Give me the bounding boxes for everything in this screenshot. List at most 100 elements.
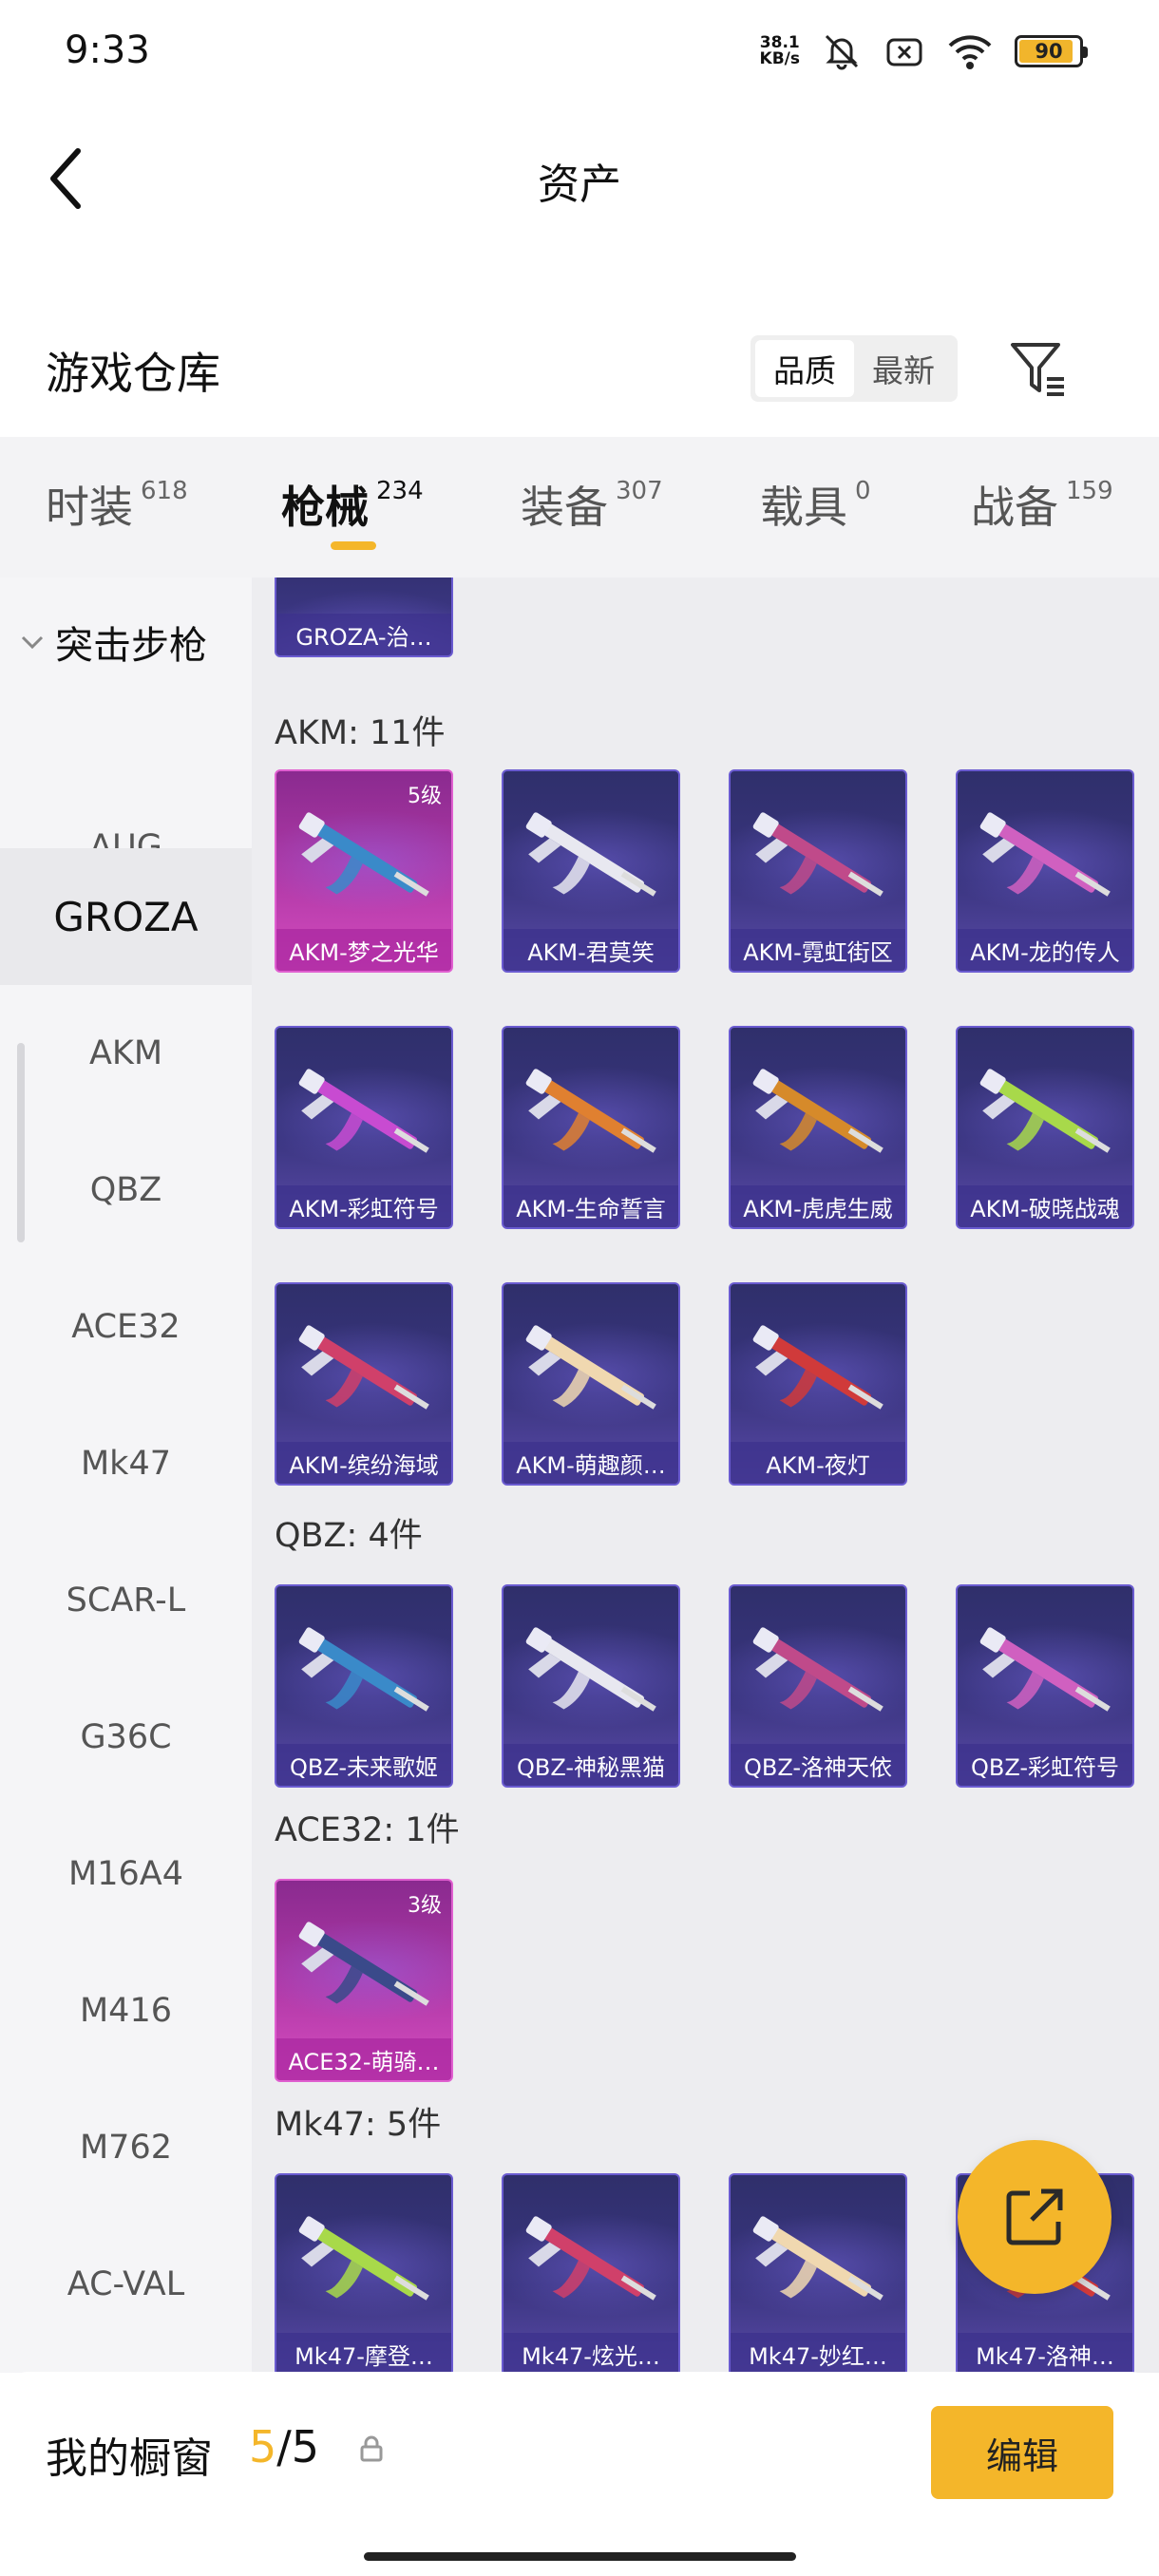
rifle-icon (752, 1325, 884, 1410)
sidebar-scrollbar[interactable] (17, 1043, 25, 1242)
sidebar-item-mk47[interactable]: Mk47 (0, 1395, 252, 1532)
weapon-name: AKM-夜灯 (731, 1442, 905, 1484)
weapon-card[interactable]: QBZ-未来歌姬 (275, 1584, 453, 1788)
filter-button[interactable] (1007, 337, 1070, 400)
showcase-bar: 我的橱窗 5/5 编辑 (0, 2372, 1159, 2576)
weapon-card[interactable]: 3级 ACE32-萌骑… (275, 1879, 453, 2082)
weapon-name: AKM-破晓战魂 (958, 1185, 1132, 1227)
mute-bell-icon (825, 34, 859, 70)
rifle-icon (525, 812, 656, 897)
sidebar-item-groza[interactable]: GROZA (0, 848, 252, 985)
weapon-card[interactable]: Mk47-炫光… (502, 2173, 680, 2373)
rifle-icon (979, 1627, 1111, 1712)
weapon-card[interactable]: GROZA-治… (275, 578, 453, 657)
tab-supplies[interactable]: 战备 159 (971, 473, 1113, 536)
weapon-grid: GROZA-治… AKM: 11件 5级 AKM-梦之光华 AKM-君莫笑 AK… (252, 578, 1159, 2373)
weapon-card[interactable]: AKM-破晓战魂 (956, 1026, 1134, 1229)
weapon-name: AKM-虎虎生威 (731, 1185, 905, 1227)
rifle-icon (525, 1627, 656, 1712)
weapon-card[interactable]: AKM-萌趣颜… (502, 1282, 680, 1486)
weapon-card[interactable]: AKM-龙的传人 (956, 769, 1134, 973)
rifle-icon (298, 2216, 429, 2301)
category-tabs: 时装 618 枪械 234 装备 307 载具 0 战备 159 (0, 437, 1159, 578)
weapon-name: Mk47-妙红… (731, 2333, 905, 2373)
weapon-card[interactable]: AKM-彩虹符号 (275, 1026, 453, 1229)
warehouse-title: 游戏仓库 (46, 348, 220, 399)
sidebar-item-m762[interactable]: M762 (0, 2079, 252, 2216)
showcase-label: 我的橱窗 (46, 2434, 213, 2483)
weapon-name: AKM-萌趣颜… (504, 1442, 678, 1484)
weapon-sidebar: 突击步枪 AUG GROZA AKM QBZ ACE32 Mk47 SCAR-L… (0, 578, 252, 2373)
chevron-down-icon (21, 635, 44, 649)
section-title-ace32: ACE32: 1件 (275, 1811, 460, 1849)
weapon-name: Mk47-炫光… (504, 2333, 678, 2373)
rifle-icon (298, 812, 429, 897)
share-button[interactable] (958, 2140, 1112, 2294)
sidebar-item-ac-val[interactable]: AC-VAL (0, 2216, 252, 2353)
weapon-name: AKM-缤纷海域 (276, 1442, 451, 1484)
external-link-icon (1006, 2188, 1063, 2245)
weapon-card[interactable]: AKM-夜灯 (729, 1282, 907, 1486)
weapon-name: QBZ-未来歌姬 (276, 1744, 451, 1786)
weapon-name: AKM-彩虹符号 (276, 1185, 451, 1227)
rifle-icon (752, 812, 884, 897)
battery-indicator: 90 (1015, 35, 1088, 67)
weapon-name: Mk47-洛神… (958, 2333, 1132, 2373)
tab-guns[interactable]: 枪械 234 (281, 473, 424, 536)
home-indicator[interactable] (364, 2552, 796, 2561)
weapon-card[interactable]: AKM-虎虎生威 (729, 1026, 907, 1229)
weapon-name: AKM-君莫笑 (504, 929, 678, 971)
sidebar-item-qbz[interactable]: QBZ (0, 1122, 252, 1259)
sidebar-group-assault-rifles[interactable]: 突击步枪 (0, 578, 252, 706)
weapon-card[interactable]: AKM-生命誓言 (502, 1026, 680, 1229)
title-bar: 资产 (0, 114, 1159, 237)
weapon-name: QBZ-洛神天依 (731, 1744, 905, 1786)
weapon-card[interactable]: Mk47-摩登… (275, 2173, 453, 2373)
weapon-card[interactable]: AKM-缤纷海域 (275, 1282, 453, 1486)
weapon-card[interactable]: 5级 AKM-梦之光华 (275, 769, 453, 973)
rifle-icon (752, 1069, 884, 1153)
rifle-icon (525, 2216, 656, 2301)
weapon-name: AKM-霓虹街区 (731, 929, 905, 971)
weapon-name: Mk47-摩登… (276, 2333, 451, 2373)
warehouse-header: 游戏仓库 品质 最新 (0, 318, 1159, 423)
level-badge: 3级 (408, 1894, 442, 1918)
status-time: 9:33 (65, 28, 150, 72)
weapon-name: AKM-龙的传人 (958, 929, 1132, 971)
showcase-count: 5/5 (249, 2421, 320, 2472)
rifle-icon (979, 812, 1111, 897)
sidebar-item-ace32[interactable]: ACE32 (0, 1259, 252, 1395)
sidebar-item-g36c[interactable]: G36C (0, 1669, 252, 1806)
rifle-icon (752, 1627, 884, 1712)
rifle-icon (298, 1069, 429, 1153)
rifle-icon (298, 1325, 429, 1410)
filter-icon (1011, 343, 1064, 396)
rifle-icon (298, 1922, 429, 2006)
weapon-name: AKM-生命誓言 (504, 1185, 678, 1227)
page-title: 资产 (538, 161, 621, 209)
weapon-name: AKM-梦之光华 (276, 929, 451, 971)
status-bar: 9:33 38.1 KB/s 90 (0, 0, 1159, 109)
weapon-card[interactable]: QBZ-洛神天依 (729, 1584, 907, 1788)
weapon-name: QBZ-彩虹符号 (958, 1744, 1132, 1786)
section-title-mk47: Mk47: 5件 (275, 2106, 442, 2144)
weapon-card[interactable]: AKM-霓虹街区 (729, 769, 907, 973)
sort-quality-button[interactable]: 品质 (755, 340, 854, 397)
tab-outfits[interactable]: 时装 618 (46, 473, 188, 536)
weapon-card[interactable]: QBZ-神秘黑猫 (502, 1584, 680, 1788)
sidebar-item-akm[interactable]: AKM (0, 985, 252, 1122)
tab-equipment[interactable]: 装备 307 (521, 473, 663, 536)
weapon-card[interactable]: QBZ-彩虹符号 (956, 1584, 1134, 1788)
sort-newest-button[interactable]: 最新 (854, 340, 953, 397)
rifle-icon (525, 1069, 656, 1153)
sidebar-item-scar-l[interactable]: SCAR-L (0, 1532, 252, 1669)
level-badge: 5级 (408, 785, 442, 808)
weapon-card[interactable]: AKM-君莫笑 (502, 769, 680, 973)
sidebar-item-m16a4[interactable]: M16A4 (0, 1806, 252, 1942)
status-icons: 38.1 KB/s 90 (760, 30, 1088, 72)
section-title-akm: AKM: 11件 (275, 714, 446, 752)
weapon-card[interactable]: Mk47-妙红… (729, 2173, 907, 2373)
tab-vehicles[interactable]: 载具 0 (760, 473, 871, 536)
sidebar-item-m416[interactable]: M416 (0, 1942, 252, 2079)
edit-button[interactable]: 编辑 (931, 2406, 1113, 2499)
